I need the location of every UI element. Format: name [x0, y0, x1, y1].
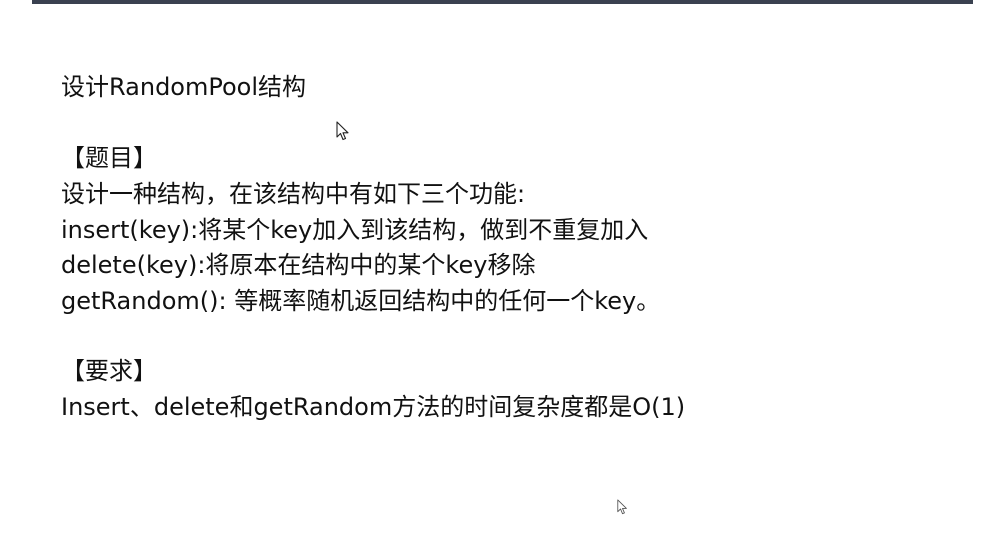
- problem-line-1: 设计一种结构，在该结构中有如下三个功能:: [61, 180, 526, 208]
- top-bar-left-gap: [0, 0, 32, 4]
- requirement-line: Insert、delete和getRandom方法的时间复杂度都是O(1): [61, 393, 686, 421]
- mouse-pointer-icon: [336, 121, 349, 141]
- section-requirement-heading: 【要求】: [61, 357, 157, 385]
- document-title: 设计RandomPool结构: [61, 73, 307, 101]
- section-problem-heading: 【题目】: [61, 144, 157, 172]
- mouse-pointer-icon: [617, 499, 627, 515]
- problem-line-delete: delete(key):将原本在结构中的某个key移除: [61, 251, 536, 279]
- top-window-bar: [0, 0, 983, 4]
- problem-line-insert: insert(key):将某个key加入到该结构，做到不重复加入: [61, 216, 649, 244]
- problem-line-getrandom: getRandom(): 等概率随机返回结构中的任何一个key。: [61, 287, 661, 315]
- top-bar-right-gap: [973, 0, 983, 4]
